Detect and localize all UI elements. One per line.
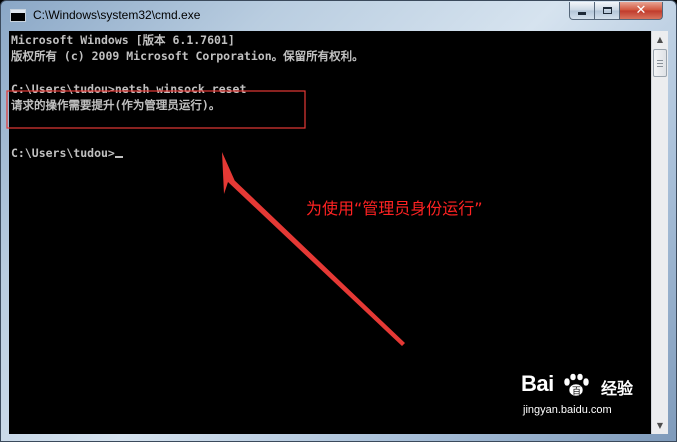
console-line-version: Microsoft Windows [版本 6.1.7601] [11, 33, 235, 47]
vertical-scrollbar[interactable]: ▲ ▼ [651, 31, 668, 434]
cmd-window: C:\Windows\system32\cmd.exe ✕ Microsoft … [0, 0, 677, 442]
minimize-button[interactable] [569, 2, 595, 20]
console-line-copyright: 版权所有 (c) 2009 Microsoft Corporation。保留所有… [11, 49, 364, 63]
console-line-command: C:\Users\tudou>netsh winsock reset [11, 82, 247, 96]
text-cursor [114, 156, 123, 158]
arrow-up-icon: ▲ [656, 35, 664, 44]
close-button[interactable]: ✕ [619, 2, 663, 20]
console-line-error: 请求的操作需要提升(作为管理员运行)。 [11, 98, 221, 112]
scroll-up-button[interactable]: ▲ [652, 31, 668, 48]
maximize-button[interactable] [594, 2, 620, 20]
console-output[interactable]: Microsoft Windows [版本 6.1.7601] 版权所有 (c)… [9, 31, 651, 434]
grip-line [657, 60, 663, 61]
close-icon: ✕ [635, 3, 647, 18]
scrollbar-thumb[interactable] [653, 49, 667, 77]
title-bar[interactable]: C:\Windows\system32\cmd.exe ✕ [1, 1, 676, 31]
minimize-icon [578, 12, 586, 15]
grip-line [657, 66, 663, 67]
console-prompt[interactable]: C:\Users\tudou> [11, 146, 123, 160]
grip-line [657, 63, 663, 64]
maximize-icon [602, 7, 612, 14]
annotation-text: 为使用“管理员身份运行” [306, 199, 483, 218]
arrow-down-icon: ▼ [656, 421, 664, 430]
console-prompt-text: C:\Users\tudou> [11, 146, 115, 160]
cmd-icon[interactable] [10, 9, 26, 22]
scroll-down-button[interactable]: ▼ [652, 417, 668, 434]
window-title: C:\Windows\system32\cmd.exe [33, 8, 201, 22]
